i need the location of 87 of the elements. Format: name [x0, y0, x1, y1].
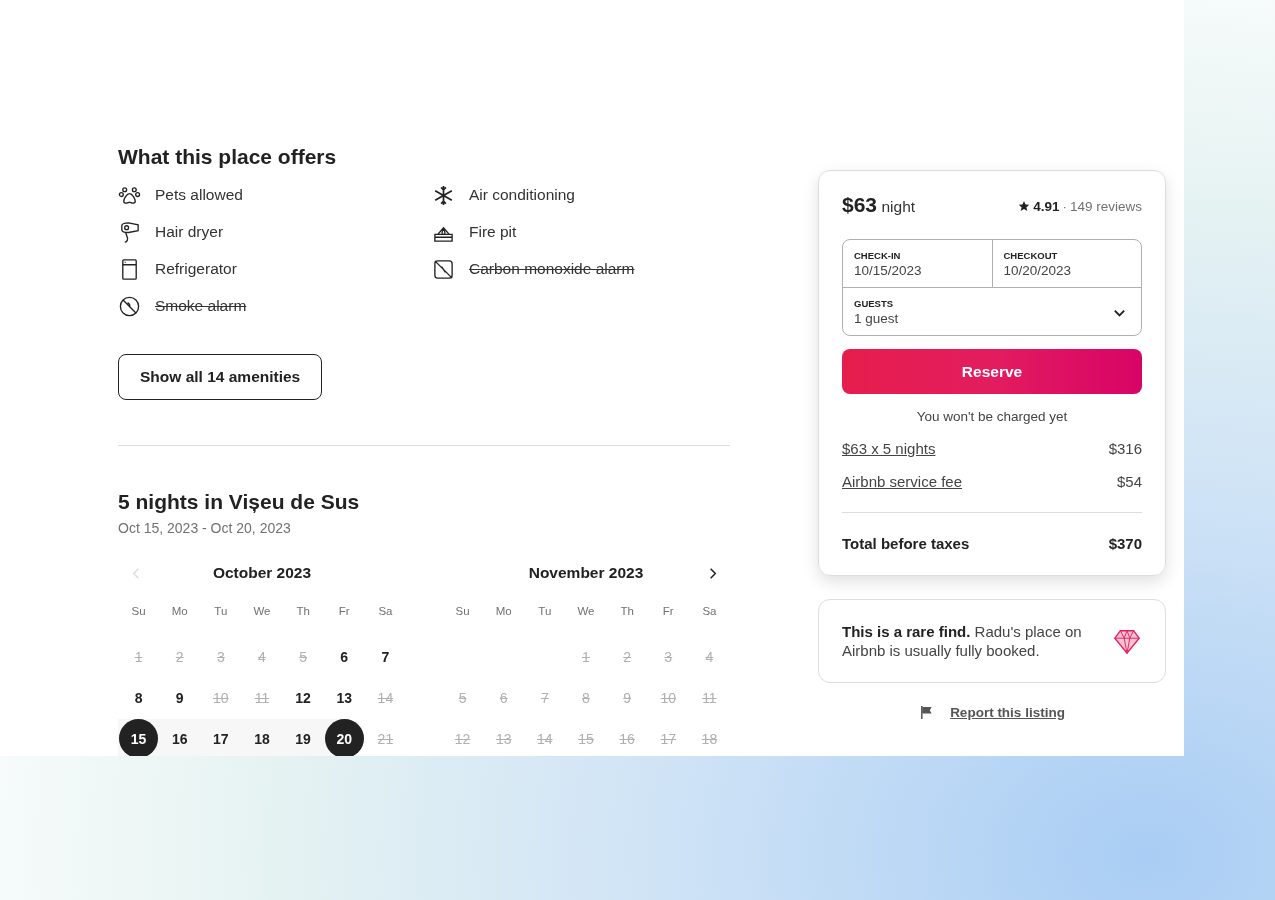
calendar-day: 18	[689, 719, 729, 756]
dryer-icon	[118, 220, 141, 244]
rating-separator: ·	[1062, 198, 1067, 214]
reserve-button[interactable]: Reserve	[842, 349, 1142, 394]
checkout-field[interactable]: CHECKOUT 10/20/2023	[991, 240, 1141, 287]
weekday-label: Mo	[494, 605, 513, 617]
calendar-day[interactable]: 20	[324, 719, 364, 756]
calendar-day: 11	[242, 678, 282, 717]
calendar-day: 5	[283, 637, 323, 676]
calendar-day: 2	[160, 637, 200, 676]
show-all-amenities-button[interactable]: Show all 14 amenities	[118, 354, 323, 400]
rare-find-text: This is a rare find. Radu's place on Airbnb is usually fully booked.	[842, 622, 1083, 660]
calendar-day: 6	[484, 678, 524, 717]
stay-dates: Oct 15, 2023 - Oct 20, 2023	[118, 520, 292, 536]
weekday-label: Sa	[701, 605, 718, 617]
check-in-field[interactable]: CHECK-IN 10/15/2023	[843, 240, 992, 287]
amenity-label: Pets allowed	[155, 186, 243, 204]
calendar-day[interactable]: 15	[119, 719, 159, 756]
calendar-day: 1	[566, 637, 606, 676]
calendar-day[interactable]: 12	[283, 678, 323, 717]
section-heading: What this place offers	[118, 145, 338, 169]
weekday-label: Su	[130, 605, 147, 617]
amenity-label: Refrigerator	[155, 260, 237, 278]
report-listing-link[interactable]: Report this listing	[950, 705, 1065, 720]
amenity-label: Hair dryer	[155, 223, 224, 241]
calendar-day: 12	[443, 719, 483, 756]
calendar-day: 13	[484, 719, 524, 756]
month-title: November 2023	[528, 564, 644, 582]
amenity-label: Carbon monoxide alarm	[469, 260, 635, 278]
calendar-day[interactable]: 9	[160, 678, 200, 717]
calendar-day[interactable]: 16	[160, 719, 200, 756]
price-line-amount: $54	[1116, 473, 1142, 490]
weekday-label: Sa	[377, 605, 394, 617]
calendar-day: 4	[689, 637, 729, 676]
calendar-day: 2	[607, 637, 647, 676]
calendar-day: 3	[201, 637, 241, 676]
rating-value: 4.91	[1033, 198, 1060, 214]
calendar-day: 8	[566, 678, 606, 717]
weekday-label: Su	[454, 605, 471, 617]
calendar-day: 3	[648, 637, 688, 676]
calendar-day: 14	[525, 719, 565, 756]
calendar-day: 21	[365, 719, 405, 756]
weekday-label: We	[576, 605, 596, 617]
snowflake-icon	[432, 183, 455, 207]
calendar-day[interactable]: 18	[242, 719, 282, 756]
amenity-label: Smoke alarm	[155, 297, 247, 315]
calendar-day: 16	[607, 719, 647, 756]
price-line-link[interactable]: Airbnb service fee	[842, 473, 963, 490]
weekday-label: Fr	[337, 605, 351, 617]
price-line-amount: $316	[1108, 440, 1142, 457]
star-icon	[1018, 200, 1031, 212]
weekday-label: Th	[619, 605, 635, 617]
month-title: October 2023	[212, 564, 312, 582]
calendar-day: 7	[525, 678, 565, 717]
calendar-day: 17	[648, 719, 688, 756]
total-label: Total before taxes	[842, 535, 970, 552]
amenity-label: Fire pit	[469, 223, 517, 241]
calendar-day: 9	[607, 678, 647, 717]
price-unit: night	[881, 198, 916, 215]
calendar-day: 5	[443, 678, 483, 717]
calendar-day[interactable]: 7	[365, 637, 405, 676]
total-amount: $370	[1108, 535, 1142, 552]
calendar-day: 1	[119, 637, 159, 676]
calendar-day: 10	[201, 678, 241, 717]
calendar-day[interactable]: 17	[201, 719, 241, 756]
calendar-day: 4	[242, 637, 282, 676]
weekday-label: Fr	[661, 605, 675, 617]
weekday-label: Tu	[537, 605, 553, 617]
calendar-day[interactable]: 13	[324, 678, 364, 717]
nightly-price: $63	[842, 193, 878, 216]
calendar-day[interactable]: 19	[283, 719, 323, 756]
charge-note: You won't be charged yet	[915, 409, 1069, 424]
calendar-day: 11	[689, 678, 729, 717]
calendar-day: 10	[648, 678, 688, 717]
weekday-label: Mo	[170, 605, 189, 617]
weekday-label: Th	[295, 605, 311, 617]
guests-dropdown[interactable]: GUESTS 1 guest	[843, 288, 1141, 335]
amenity-label: Air conditioning	[469, 186, 575, 204]
calendar-day: 15	[566, 719, 606, 756]
reviews-link[interactable]: 149 reviews	[1069, 198, 1142, 214]
price-line-link[interactable]: $63 x 5 nights	[842, 440, 936, 457]
weekday-label: Tu	[213, 605, 229, 617]
calendar-day[interactable]: 8	[119, 678, 159, 717]
stay-heading: 5 nights in Vișeu de Sus	[118, 490, 361, 514]
calendar-day[interactable]: 6	[324, 637, 364, 676]
calendar-day: 14	[365, 678, 405, 717]
weekday-label: We	[252, 605, 272, 617]
